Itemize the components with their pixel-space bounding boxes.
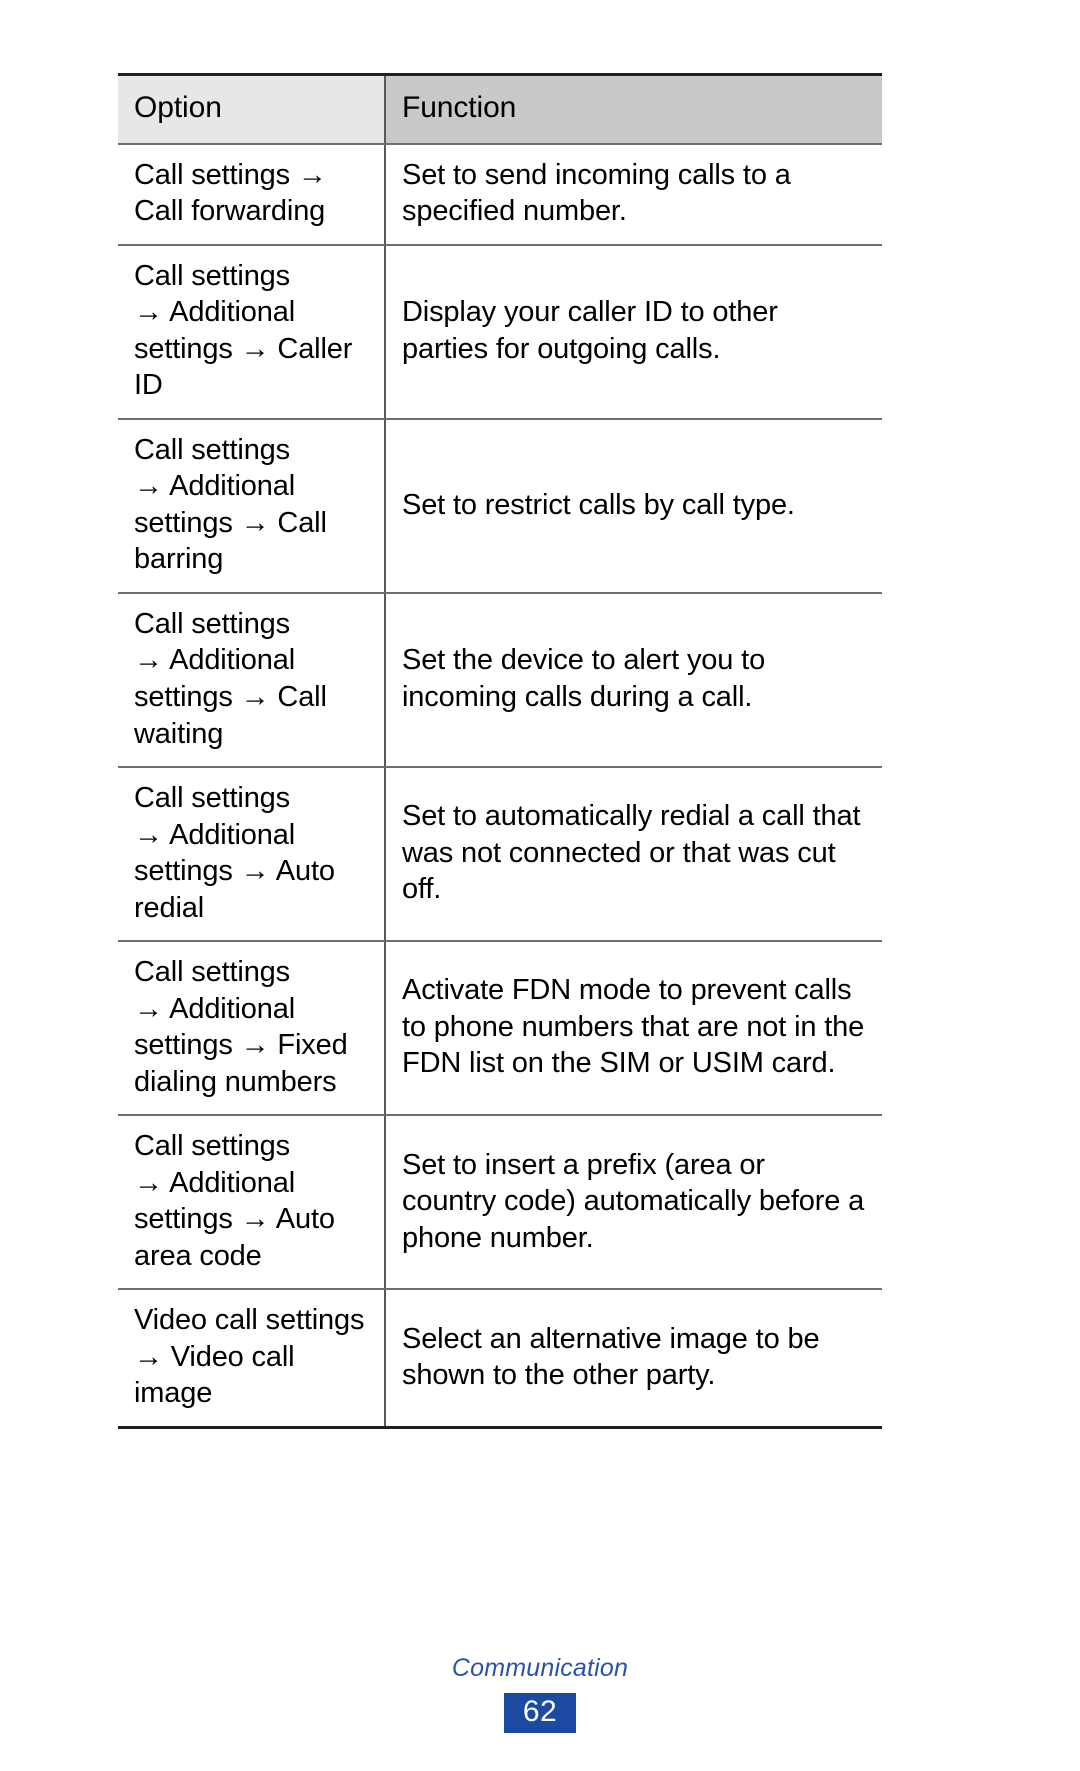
cell-option: Call settings → Additional settings → Ca… [118, 592, 386, 769]
column-header-option: Option [118, 72, 386, 145]
table-row: Call settings → Call forwarding Set to s… [118, 143, 882, 246]
options-table-container: Option Function Call settings → Call for… [118, 72, 882, 1430]
option-text: Call settings → Additional settings → Au… [134, 1130, 335, 1272]
column-header-function: Function [385, 72, 882, 145]
cell-function: Set to restrict calls by call type. [385, 418, 882, 594]
table-row: Video call settings → Video call image S… [118, 1289, 882, 1430]
options-function-table: Option Function Call settings → Call for… [118, 72, 882, 1430]
cell-function: Select an alternative image to be shown … [385, 1289, 882, 1430]
table-row: Call settings → Additional settings → Ca… [118, 418, 882, 594]
document-page: Option Function Call settings → Call for… [0, 0, 1080, 1771]
table-row: Call settings → Additional settings → Au… [118, 1115, 882, 1291]
cell-option: Video call settings → Video call image [118, 1289, 386, 1430]
table-body: Call settings → Call forwarding Set to s… [118, 143, 882, 1430]
function-text: Activate FDN mode to prevent calls to ph… [402, 974, 865, 1080]
option-text: Call settings → Call forwarding [134, 158, 327, 228]
function-text: Set to automatically redial a call that … [402, 800, 861, 906]
footer-section-title: Communication [451, 1654, 629, 1682]
table-row: Call settings → Additional settings → Ca… [118, 592, 882, 769]
function-text: Set to restrict calls by call type. [402, 488, 795, 521]
function-text: Select an alternative image to be shown … [402, 1322, 820, 1392]
cell-option: Call settings → Additional settings → Ca… [118, 244, 386, 420]
option-text: Call settings → Additional settings → Ca… [134, 433, 327, 576]
function-text: Display your caller ID to other parties … [402, 296, 778, 365]
cell-function: Set to insert a prefix (area or country … [385, 1115, 882, 1291]
cell-function: Activate FDN mode to prevent calls to ph… [385, 941, 882, 1117]
cell-function: Display your caller ID to other parties … [385, 244, 882, 420]
cell-option: Call settings → Additional settings → Fi… [118, 941, 386, 1117]
option-text: Call settings → Additional settings → Ca… [134, 259, 353, 402]
table-row: Call settings → Additional settings → Fi… [118, 941, 882, 1117]
cell-option: Call settings → Call forwarding [118, 143, 386, 246]
cell-function: Set to automatically redial a call that … [385, 767, 882, 943]
table-header-row: Option Function [118, 72, 882, 145]
table-header: Option Function [118, 72, 882, 145]
cell-option: Call settings → Additional settings → Ca… [118, 418, 386, 594]
option-text: Call settings → Additional settings → Fi… [134, 956, 348, 1098]
cell-function: Set the device to alert you to incoming … [385, 592, 882, 769]
page-number-badge: 62 [504, 1692, 576, 1733]
option-text: Call settings → Additional settings → Ca… [134, 607, 327, 750]
table-row: Call settings → Additional settings → Au… [118, 767, 882, 943]
option-text: Video call settings → Video call image [134, 1304, 365, 1410]
page-footer: Communication 62 [0, 1654, 1080, 1733]
option-text: Call settings → Additional settings → Au… [134, 782, 335, 924]
function-text: Set to insert a prefix (area or country … [402, 1148, 865, 1254]
table-row: Call settings → Additional settings → Ca… [118, 244, 882, 420]
function-text: Set the device to alert you to incoming … [402, 644, 766, 713]
cell-option: Call settings → Additional settings → Au… [118, 1115, 386, 1291]
cell-option: Call settings → Additional settings → Au… [118, 767, 386, 943]
function-text: Set to send incoming calls to a specifie… [402, 158, 791, 228]
cell-function: Set to send incoming calls to a specifie… [385, 143, 882, 246]
